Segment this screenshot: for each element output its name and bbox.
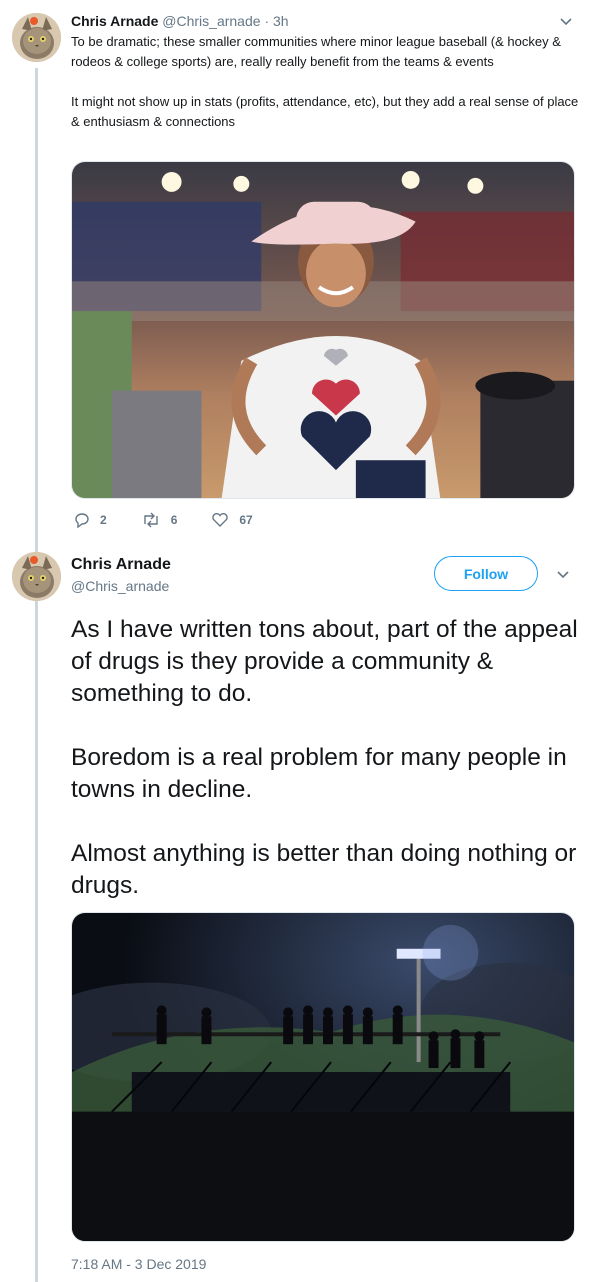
tweet-photo[interactable]	[71, 912, 575, 1242]
tweet-paragraph: To be dramatic; these smaller communitie…	[71, 34, 561, 69]
cat-avatar-icon	[12, 13, 61, 62]
tweet-paragraph: Boredom is a real problem for many peopl…	[71, 744, 567, 803]
retweet-icon	[143, 512, 158, 528]
tweet-paragraph: As I have written tons about, part of th…	[71, 616, 578, 707]
header-separator: ·	[264, 13, 270, 29]
like-action[interactable]: 67	[211, 512, 253, 528]
tweet-paragraph: It might not show up in stats (profits, …	[71, 94, 579, 129]
tweet-text: As I have written tons about, part of th…	[71, 614, 581, 902]
tweet-paragraph: Almost anything is better than doing not…	[71, 840, 577, 899]
night-rodeo-photo-icon	[72, 913, 574, 1241]
tweet-header: Chris Arnade @Chris_arnade · 3h	[71, 12, 289, 30]
tweet-actions: 2 6 67	[74, 512, 287, 528]
reply-icon	[75, 513, 89, 528]
chevron-down-icon[interactable]	[556, 567, 570, 586]
tweet-text: To be dramatic; these smaller communitie…	[71, 32, 581, 132]
follow-button[interactable]: Follow	[434, 556, 538, 591]
tweet-time[interactable]: 3h	[273, 13, 289, 29]
heart-icon	[212, 513, 229, 527]
author-name[interactable]: Chris Arnade	[71, 555, 171, 575]
avatar[interactable]	[12, 552, 61, 601]
tweet-timestamp[interactable]: 7:18 AM - 3 Dec 2019	[71, 1256, 206, 1272]
avatar[interactable]	[12, 13, 61, 62]
author-handle[interactable]: @Chris_arnade	[71, 577, 169, 595]
thread-connector-line	[35, 68, 38, 1282]
chevron-down-icon[interactable]	[559, 14, 573, 33]
like-count: 67	[239, 513, 253, 527]
cat-avatar-icon	[12, 552, 61, 601]
tweet-photo[interactable]	[71, 161, 575, 499]
retweet-action[interactable]: 6	[141, 512, 178, 528]
author-handle[interactable]: @Chris_arnade	[162, 13, 260, 29]
reply-action[interactable]: 2	[74, 512, 107, 528]
rodeo-girl-photo-icon	[72, 162, 574, 498]
retweet-count: 6	[170, 513, 178, 527]
reply-count: 2	[100, 513, 107, 527]
author-name[interactable]: Chris Arnade	[71, 13, 158, 29]
